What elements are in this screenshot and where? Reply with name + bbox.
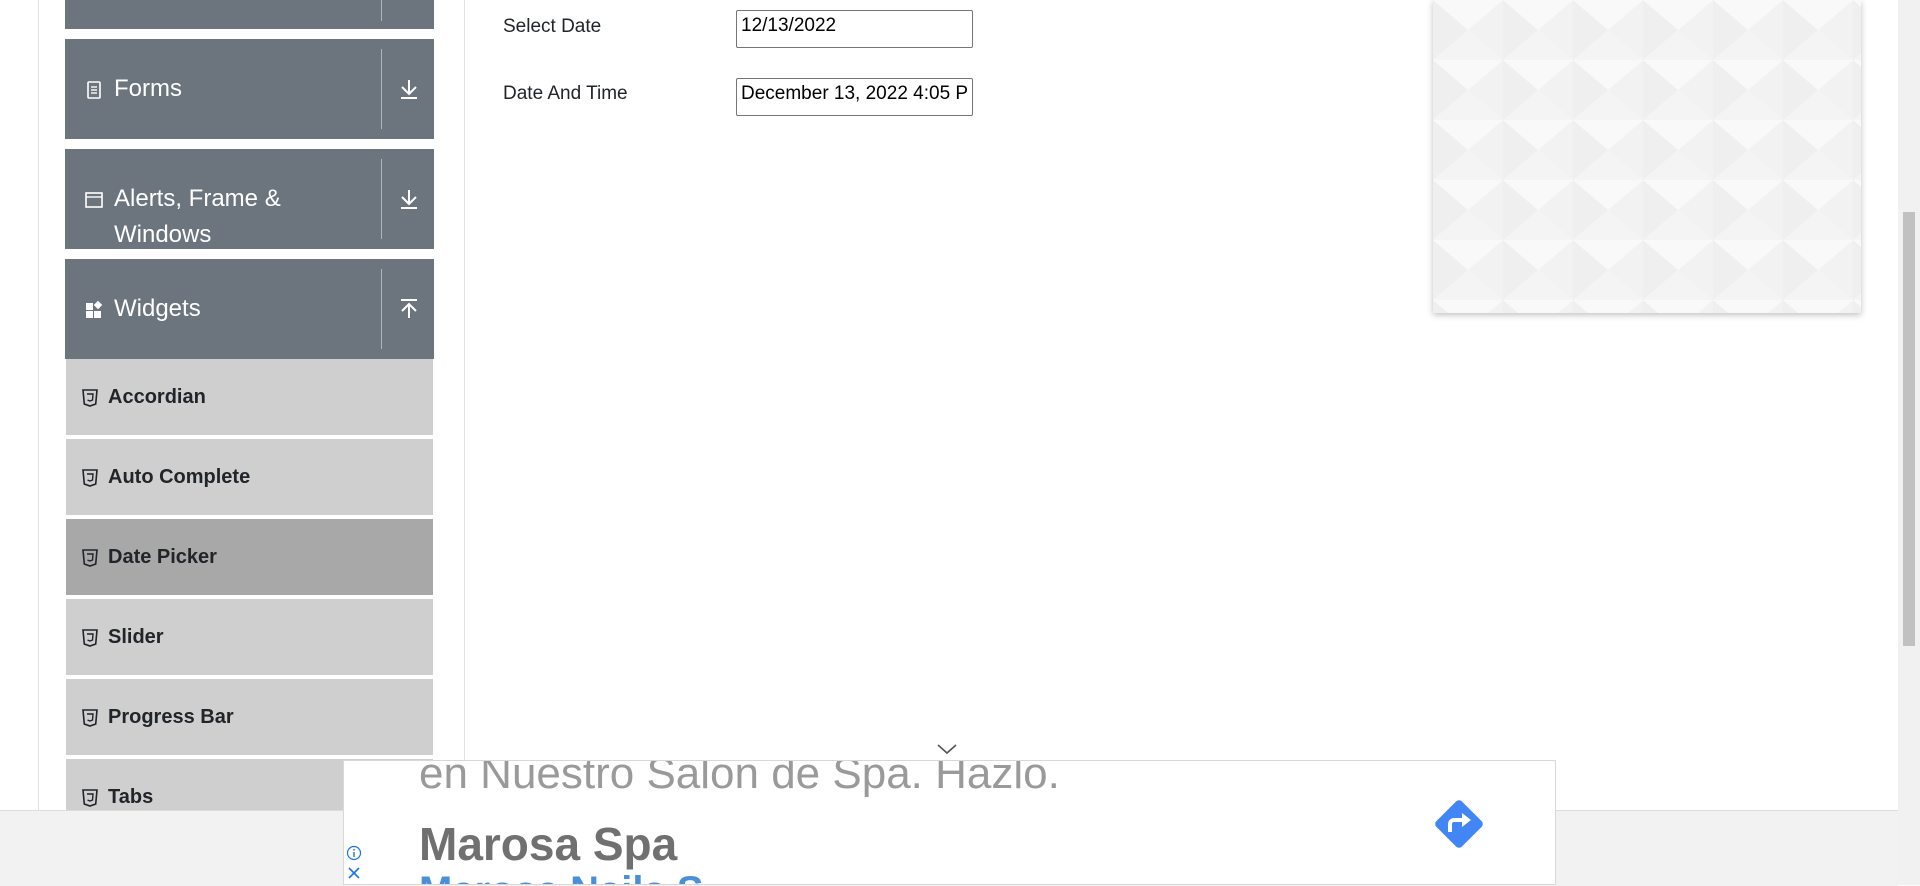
chevron-down-icon[interactable] [936, 742, 958, 756]
html5-icon [82, 389, 98, 407]
ad-business-name: Marosa Spa [419, 818, 678, 870]
ad-banner[interactable]: en Nuestro Salon de Spa. Hazlo. Marosa S… [343, 760, 1556, 885]
group-header-elements[interactable] [65, 0, 434, 29]
sidebar-item-label: Accordian [108, 386, 206, 408]
sidebar-item-accordian[interactable]: Accordian [66, 359, 433, 437]
select-date-input[interactable]: 12/13/2022 [736, 10, 973, 48]
info-icon[interactable] [346, 845, 362, 861]
download-arrow-icon[interactable] [395, 75, 423, 103]
sidebar-item-label: Auto Complete [108, 466, 251, 488]
ad-tagline: en Nuestro Salon de Spa. Hazlo. [419, 760, 1060, 798]
widgets-icon [86, 301, 103, 318]
sidebar-item-slider[interactable]: Slider [66, 599, 433, 677]
html5-icon [82, 629, 98, 647]
group-separator [381, 49, 382, 129]
sidebar-divider [464, 0, 465, 810]
group-label-alerts-line2: Windows [114, 221, 212, 248]
sidebar-item-date-picker[interactable]: Date Picker [66, 519, 433, 597]
group-separator [381, 269, 382, 349]
download-arrow-icon[interactable] [395, 185, 423, 213]
group-header-forms[interactable]: Forms [65, 39, 434, 139]
page-frame [38, 0, 39, 810]
group-header-alerts[interactable]: Alerts, Frame & Windows [65, 149, 434, 249]
ad-pattern-box[interactable] [1433, 0, 1861, 313]
directions-arrow-icon[interactable] [1429, 794, 1489, 854]
window-icon [85, 192, 103, 208]
sidebar-item-label: Date Picker [108, 546, 217, 568]
vertical-scrollbar[interactable] [1898, 0, 1920, 885]
scrollbar-thumb[interactable] [1903, 212, 1915, 646]
group-separator [381, 0, 382, 21]
close-icon[interactable] [346, 865, 362, 881]
date-time-label: Date And Time [503, 83, 628, 104]
group-header-widgets[interactable]: Widgets [65, 259, 434, 359]
group-separator [381, 159, 382, 239]
sidebar-item-label: Tabs [108, 786, 154, 808]
document-icon [87, 81, 101, 99]
group-label-alerts: Alerts, Frame & [114, 185, 281, 212]
html5-icon [82, 789, 98, 807]
sidebar-item-progress-bar[interactable]: Progress Bar [66, 679, 433, 757]
select-date-label: Select Date [503, 16, 602, 37]
date-time-input[interactable]: December 13, 2022 4:05 P [736, 78, 973, 116]
html5-icon [82, 469, 98, 487]
sidebar-item-auto-complete[interactable]: Auto Complete [66, 439, 433, 517]
group-label-widgets: Widgets [114, 295, 201, 322]
html5-icon [82, 549, 98, 567]
upload-arrow-icon[interactable] [395, 295, 423, 323]
ad-subtitle: Marosa Nails S... [419, 869, 737, 884]
sidebar-item-label: Slider [108, 626, 164, 648]
group-label-forms: Forms [114, 75, 182, 102]
triangle-pattern [1433, 0, 1861, 313]
html5-icon [82, 709, 98, 727]
sidebar-item-label: Progress Bar [108, 706, 234, 728]
